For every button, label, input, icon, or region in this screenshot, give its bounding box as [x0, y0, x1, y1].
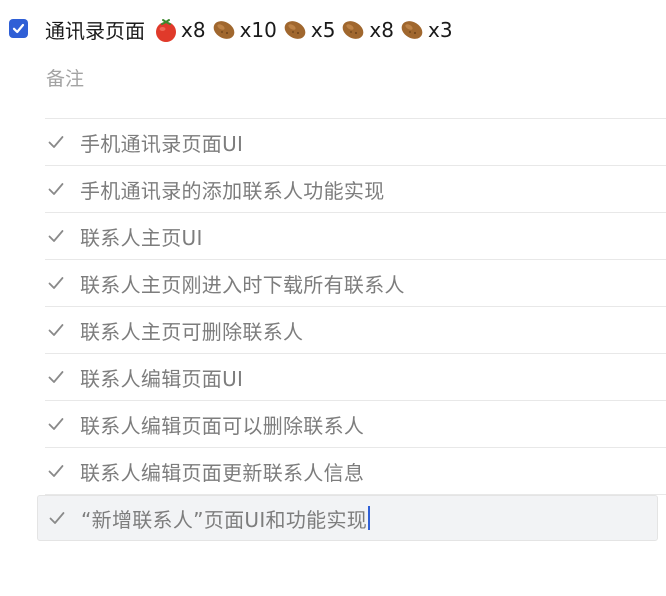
subtask-label: 联系人编辑页面更新联系人信息 [80, 460, 365, 485]
subtask-item[interactable]: 联系人主页刚进入时下载所有联系人 [45, 260, 666, 307]
subtask-item[interactable]: 联系人主页UI [45, 213, 666, 260]
text-caret [368, 506, 371, 530]
tomato-icon [156, 18, 176, 42]
subtask-item-editing[interactable]: “新增联系人”页面UI和功能实现 [37, 495, 658, 541]
task-row: 通讯录页面 x8 x10 x5 x8 x3 [0, 10, 666, 46]
subtask-label: 手机通讯录的添加联系人功能实现 [80, 178, 385, 203]
subtask-item[interactable]: 联系人编辑页面更新联系人信息 [45, 448, 666, 495]
checkmark-icon[interactable] [46, 507, 68, 529]
subtask-item[interactable]: 联系人编辑页面可以删除联系人 [45, 401, 666, 448]
checkmark-icon[interactable] [45, 366, 67, 388]
task-title-text: 通讯录页面 [45, 19, 145, 43]
pomodoro-count-text: x8 [181, 17, 206, 42]
subtask-label: 联系人编辑页面可以删除联系人 [80, 413, 365, 438]
checkmark-icon[interactable] [45, 178, 67, 200]
subtask-item[interactable]: 联系人主页可删除联系人 [45, 307, 666, 354]
potato-icon [284, 20, 306, 39]
checkmark-icon[interactable] [45, 272, 67, 294]
pomodoro-count-text: x10 [239, 17, 277, 42]
checkmark-icon [12, 23, 25, 34]
potato-icon [343, 20, 364, 39]
pomodoro-count-2: x10 [210, 17, 277, 43]
pomodoro-count-5: x3 [398, 17, 453, 43]
task-title[interactable]: 通讯录页面 x8 x10 x5 x8 x3 [45, 15, 457, 44]
pomodoro-count-text: x3 [427, 17, 453, 42]
checkmark-icon[interactable] [45, 131, 67, 153]
subtask-label: 联系人编辑页面UI [80, 366, 244, 391]
subtask-item[interactable]: 手机通讯录页面UI [45, 119, 666, 166]
subtask-label: 联系人主页可删除联系人 [80, 319, 304, 344]
checkmark-icon[interactable] [45, 225, 67, 247]
subtask-edit-input[interactable]: “新增联系人”页面UI和功能实现 [81, 504, 367, 533]
subtask-list: 手机通讯录页面UI 手机通讯录的添加联系人功能实现 联系人主页UI 联系人主页刚… [37, 118, 666, 541]
checkmark-icon[interactable] [45, 460, 67, 482]
note-field[interactable]: 备注 [46, 64, 84, 91]
pomodoro-count-3: x5 [281, 17, 336, 43]
pomodoro-count-text: x8 [369, 17, 394, 42]
pomodoro-count-1: x8 [153, 17, 206, 43]
subtask-label: 联系人主页UI [80, 225, 203, 250]
pomodoro-count-4: x8 [339, 17, 394, 43]
checkmark-icon[interactable] [45, 413, 67, 435]
subtask-label: 手机通讯录页面UI [80, 131, 244, 156]
checkmark-icon[interactable] [45, 319, 67, 341]
task-checkbox[interactable] [9, 19, 28, 38]
subtask-item[interactable]: 手机通讯录的添加联系人功能实现 [45, 166, 666, 213]
subtask-item[interactable]: 联系人编辑页面UI [45, 354, 666, 401]
pomodoro-count-text: x5 [310, 17, 336, 42]
potato-icon [213, 20, 234, 39]
subtask-label: 联系人主页刚进入时下载所有联系人 [80, 272, 405, 297]
potato-icon [401, 20, 423, 39]
